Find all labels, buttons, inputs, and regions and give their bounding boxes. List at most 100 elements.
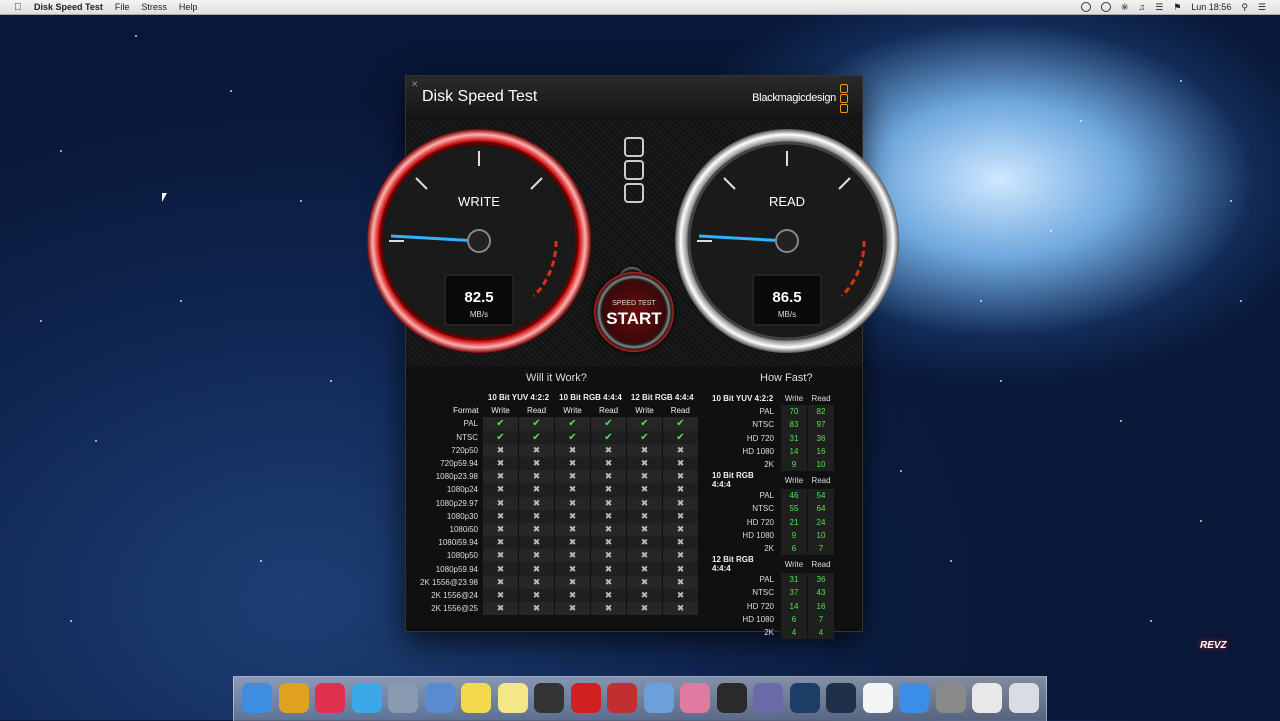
sync-icon[interactable]	[1100, 2, 1111, 12]
support-cell: ✔	[590, 417, 627, 431]
itunes-icon[interactable]	[315, 683, 345, 713]
support-cell: ✔	[482, 417, 519, 431]
write-fps-cell: 21	[780, 515, 808, 529]
clock[interactable]: Lun 18:56	[1191, 2, 1231, 12]
cross-icon: ✖	[568, 523, 577, 534]
table-row: PAL ✔ ✔ ✔ ✔ ✔ ✔	[412, 417, 698, 431]
support-cell: ✖	[554, 562, 591, 576]
support-cell: ✖	[662, 536, 698, 550]
format-cell: 1080p59.94	[435, 564, 478, 574]
final-cut-icon[interactable]	[716, 683, 747, 713]
time-machine-icon[interactable]	[1080, 2, 1091, 12]
write-fps-cell: 9	[780, 457, 808, 472]
read-gauge: READ 86.5 MB/s	[675, 129, 899, 353]
bluetooth-icon[interactable]: ※	[1121, 2, 1129, 13]
cross-icon: ✖	[496, 471, 505, 482]
write-fps-cell: 83	[780, 418, 808, 432]
read-fps-cell: 24	[807, 515, 834, 529]
format-cell: 1080p23.98	[435, 472, 478, 482]
apple-icon[interactable]: 	[14, 2, 26, 13]
launchpad-icon[interactable]	[388, 683, 418, 713]
target-icon[interactable]	[570, 683, 601, 713]
cross-icon: ✖	[604, 537, 613, 548]
write-fps-cell: 4	[780, 625, 808, 639]
table-row: 1080i59.94 ✖ ✖ ✖ ✖ ✖ ✖	[412, 536, 698, 550]
format-cell: PAL	[463, 419, 478, 429]
cross-icon: ✖	[604, 589, 613, 600]
star	[1000, 380, 1002, 382]
finder-icon[interactable]	[242, 683, 272, 713]
how-fast-title: How Fast?	[760, 372, 813, 384]
close-icon[interactable]: ✕	[411, 79, 419, 90]
photos-icon[interactable]	[680, 683, 710, 713]
photoshop-icon[interactable]	[789, 683, 820, 713]
notes-icon[interactable]	[497, 683, 528, 713]
imovie-icon[interactable]	[753, 683, 783, 713]
cross-icon: ✖	[568, 510, 577, 521]
table-row: 720p50 ✖ ✖ ✖ ✖ ✖ ✖	[412, 443, 698, 457]
star	[1200, 520, 1202, 522]
photo-booth-icon[interactable]	[607, 683, 637, 713]
notification-center-icon[interactable]: ☰	[1258, 2, 1266, 13]
disk-speed-test-icon[interactable]	[534, 683, 564, 713]
support-cell: ✖	[518, 549, 555, 563]
support-cell: ✖	[662, 496, 698, 510]
preview-icon[interactable]	[424, 683, 455, 713]
dock	[233, 676, 1047, 721]
cross-icon: ✖	[640, 523, 649, 534]
volume-icon[interactable]: ♫	[1138, 2, 1145, 12]
group-header-row: 12 Bit RGB 4:4:4 Write Read	[712, 555, 834, 574]
cross-icon: ✖	[604, 523, 613, 534]
cross-icon: ✖	[640, 444, 649, 455]
cross-icon: ✖	[532, 471, 541, 482]
star	[1050, 230, 1052, 232]
documents-icon[interactable]	[972, 683, 1002, 713]
cross-icon: ✖	[568, 563, 577, 574]
menu-app-name[interactable]: Disk Speed Test	[34, 2, 103, 12]
support-cell: ✖	[554, 602, 591, 616]
wifi-icon[interactable]: ☰	[1155, 2, 1163, 13]
sub-header: Write	[563, 406, 582, 416]
table-row: 2K 6 7	[712, 541, 834, 556]
cross-icon: ✖	[676, 510, 685, 521]
format-cell: 2K	[764, 543, 774, 553]
check-icon: ✔	[496, 418, 505, 430]
check-icon: ✔	[532, 431, 541, 443]
spotlight-icon[interactable]: ⚲	[1241, 2, 1248, 13]
stickies-icon[interactable]	[461, 683, 491, 713]
support-cell: ✖	[590, 549, 627, 563]
chrome-icon[interactable]	[278, 683, 309, 713]
flag-icon[interactable]: ⚑	[1173, 2, 1181, 13]
calendar-icon[interactable]	[862, 683, 893, 713]
trash-icon[interactable]	[1008, 683, 1039, 713]
window-titlebar[interactable]: ✕ Disk Speed Test Blackmagicdesign	[406, 76, 862, 120]
table-row: NTSC 37 43	[712, 586, 834, 600]
table-row: 1080p24 ✖ ✖ ✖ ✖ ✖ ✖	[412, 483, 698, 497]
menu-file[interactable]: File	[115, 2, 130, 12]
format-cell: NTSC	[752, 420, 774, 430]
support-cell: ✖	[590, 522, 627, 537]
support-cell: ✔	[626, 417, 663, 431]
menu-help[interactable]: Help	[179, 2, 198, 12]
group-header: 10 Bit YUV 4:2:2	[487, 393, 550, 403]
star	[260, 560, 262, 562]
support-cell: ✖	[626, 549, 663, 563]
twitter-icon[interactable]	[351, 683, 382, 713]
speed-test-start-button[interactable]: SPEED TEST START	[594, 272, 674, 352]
cinema4d-icon[interactable]	[826, 683, 856, 713]
write-speed-unit: MB/s	[470, 310, 488, 319]
read-fps-cell: 36	[807, 573, 834, 587]
cross-icon: ✖	[676, 550, 685, 561]
star	[1230, 200, 1232, 202]
support-cell: ✖	[518, 588, 555, 602]
sub-header: Read	[598, 406, 619, 416]
cross-icon: ✖	[496, 576, 505, 587]
support-cell: ✖	[626, 456, 663, 471]
system-preferences-icon[interactable]	[935, 683, 966, 713]
read-fps-cell: 4	[807, 625, 834, 639]
image-capture-icon[interactable]	[643, 683, 674, 713]
logo-square-icon	[624, 137, 644, 157]
app-store-icon[interactable]	[899, 683, 929, 713]
cross-icon: ✖	[640, 550, 649, 561]
menu-stress[interactable]: Stress	[141, 2, 167, 12]
